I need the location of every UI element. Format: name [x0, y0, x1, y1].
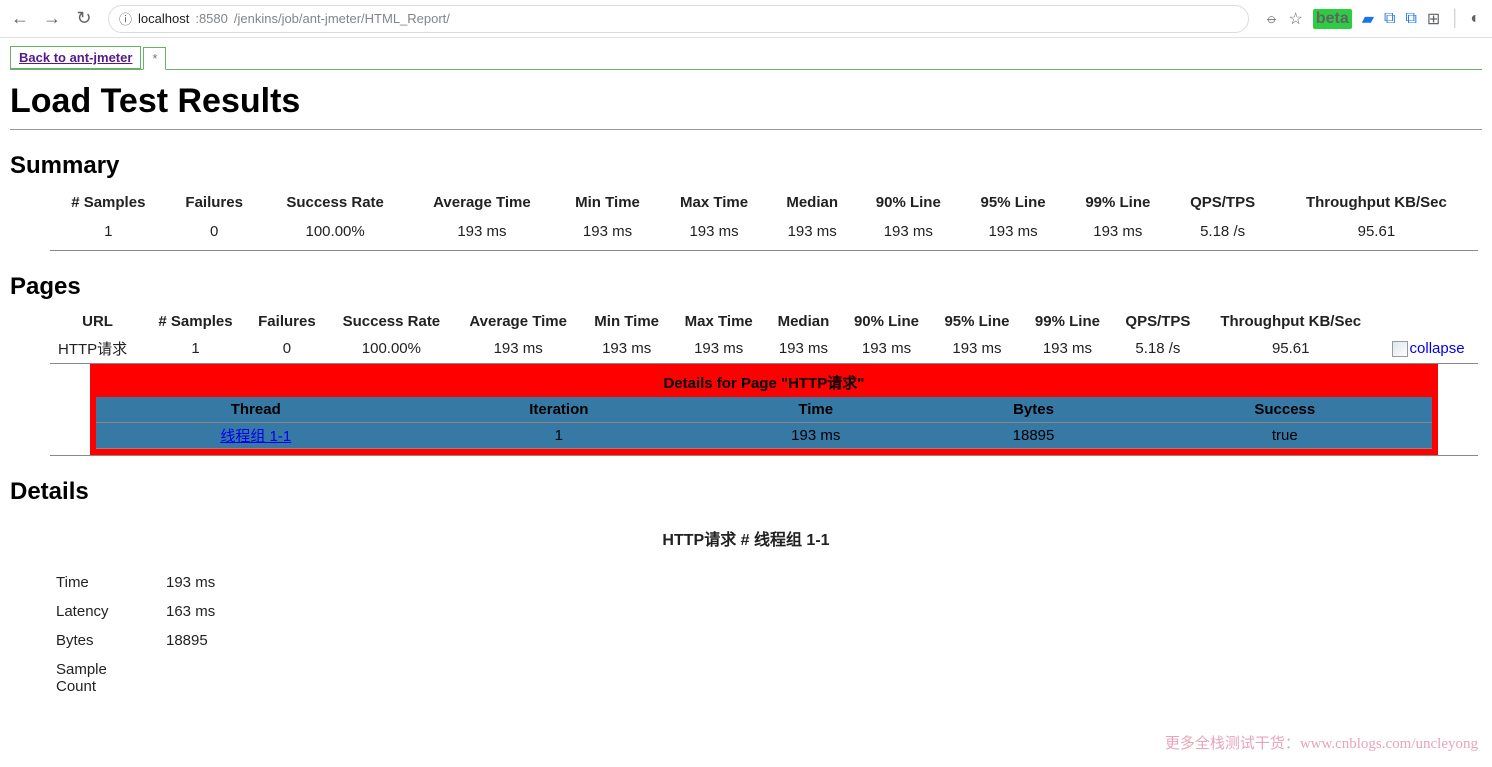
ext-icon-3[interactable]: ⧉	[1405, 10, 1416, 28]
tab-active[interactable]: *	[143, 47, 166, 70]
ext-icon-1[interactable]: ▰	[1362, 9, 1374, 29]
broken-image-icon	[1392, 341, 1408, 357]
detail-heading: HTTP请求 # 线程组 1-1	[10, 526, 1482, 550]
beta-badge: beta	[1313, 9, 1352, 29]
pages-table: URL# SamplesFailures Success RateAverage…	[50, 309, 1478, 456]
pages-row: HTTP请求10 100.00%193 ms193 ms 193 ms193 m…	[50, 334, 1478, 364]
thread-link[interactable]: 线程组 1-1	[220, 428, 291, 445]
divider: │	[1450, 10, 1460, 28]
details-inner-table: Thread Iteration Time Bytes Success 线程组 …	[96, 397, 1432, 449]
address-bar[interactable]: ⓘ localhost :8580/jenkins/job/ant-jmeter/…	[108, 5, 1249, 33]
ext-icon-2[interactable]: ⧉	[1384, 10, 1395, 28]
url-port: :8580	[195, 11, 228, 26]
toolbar-icons: ⦵ ☆ beta ▰ ⧉ ⧉ ⊞ │ ◐	[1259, 9, 1486, 29]
tab-strip: Back to ant-jmeter *	[10, 46, 1482, 70]
reload-button[interactable]: ↻	[70, 5, 98, 33]
page-title: Load Test Results	[10, 82, 1482, 121]
forward-button[interactable]: →	[38, 5, 66, 33]
section-details: Details	[10, 478, 1482, 506]
summary-header-row: # SamplesFailuresSuccess Rate Average Ti…	[50, 188, 1478, 215]
tab-back[interactable]: Back to ant-jmeter	[10, 46, 141, 69]
page-body: Back to ant-jmeter * Load Test Results S…	[0, 38, 1492, 741]
section-pages: Pages	[10, 273, 1482, 301]
translate-icon[interactable]: ⦵	[1265, 10, 1278, 28]
detail-kv-table: Time193 ms Latency163 ms Bytes18895 Samp…	[56, 568, 241, 701]
kv-row: Bytes18895	[56, 626, 241, 655]
kv-row: Latency163 ms	[56, 597, 241, 626]
section-summary: Summary	[10, 152, 1482, 180]
star-icon[interactable]: ☆	[1288, 9, 1302, 29]
browser-toolbar: ← → ↻ ⓘ localhost :8580/jenkins/job/ant-j…	[0, 0, 1492, 38]
url-host: localhost	[138, 11, 189, 26]
details-inner-row: 线程组 1-1 1 193 ms 18895 true	[96, 423, 1432, 449]
details-box-title: Details for Page "HTTP请求"	[96, 370, 1432, 397]
back-link[interactable]: Back to ant-jmeter	[19, 50, 132, 65]
kv-row: Time193 ms	[56, 568, 241, 597]
kv-row: Sample Count	[56, 655, 241, 701]
summary-row: 10100.00% 193 ms193 ms193 ms 193 ms193 m…	[50, 215, 1478, 251]
pages-header-row: URL# SamplesFailures Success RateAverage…	[50, 309, 1478, 334]
details-box: Details for Page "HTTP请求" Thread Iterati…	[90, 364, 1438, 455]
url-path: /jenkins/job/ant-jmeter/HTML_Report/	[234, 11, 450, 26]
ext-icon-4[interactable]: ⊞	[1427, 9, 1440, 29]
rule	[10, 129, 1482, 130]
avatar-icon[interactable]: ◐	[1470, 10, 1480, 28]
collapse-toggle[interactable]: collapse	[1378, 334, 1478, 364]
back-button[interactable]: ←	[6, 5, 34, 33]
info-icon: ⓘ	[119, 9, 132, 28]
summary-table: # SamplesFailuresSuccess Rate Average Ti…	[50, 188, 1478, 251]
